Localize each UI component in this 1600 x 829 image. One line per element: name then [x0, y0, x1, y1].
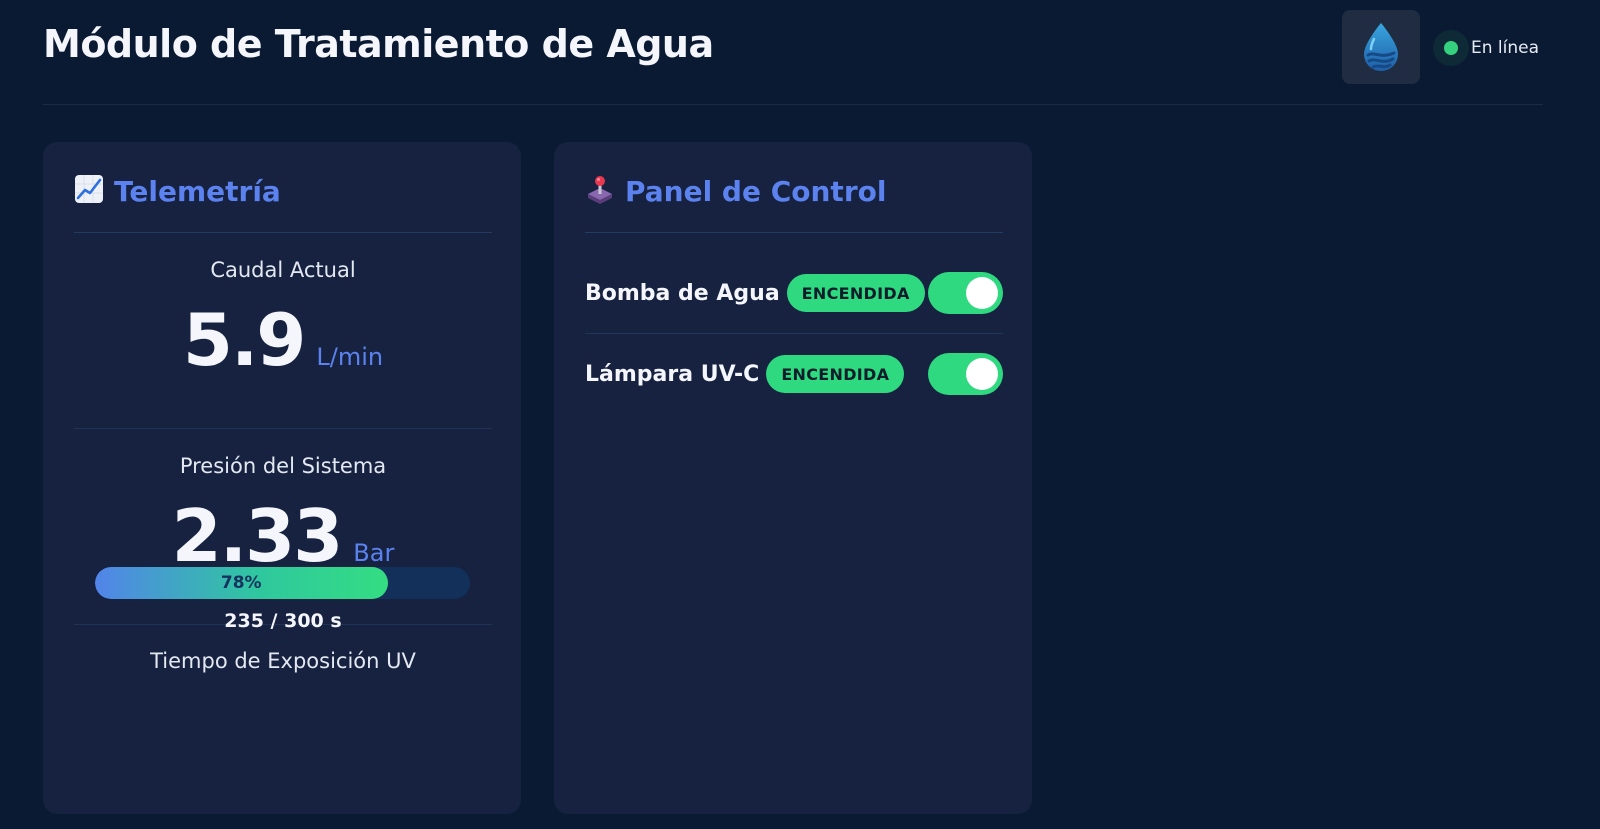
telemetry-card: Telemetría Caudal Actual 5.9 L/min Presi…: [43, 142, 521, 814]
status-dot-icon: [1444, 41, 1458, 55]
uv-lamp-label: Lámpara UV-C: [585, 361, 760, 387]
pump-label: Bomba de Agua: [585, 280, 780, 306]
uv-progress-fill: 78%: [95, 567, 388, 599]
status-indicator: [1433, 30, 1469, 66]
uv-lamp-toggle[interactable]: [928, 353, 1003, 395]
uv-lamp-status-badge: ENCENDIDA: [766, 355, 905, 393]
uv-exposure-metric: Tiempo de Exposición UV: [74, 649, 492, 673]
pressure-metric: Presión del Sistema 2.33 Bar: [74, 454, 492, 578]
pressure-unit: Bar: [353, 539, 395, 567]
pressure-value-row: 2.33 Bar: [74, 494, 492, 578]
dashboard-page: Módulo de Tratamiento de Agua En línea T…: [43, 0, 1543, 829]
uv-progress-bar: 78%: [95, 567, 470, 599]
pump-status-badge: ENCENDIDA: [786, 274, 925, 312]
pressure-label: Presión del Sistema: [179, 454, 387, 478]
toggle-knob: [966, 277, 998, 309]
divider: [74, 428, 492, 429]
page-title: Módulo de Tratamiento de Agua: [43, 22, 714, 66]
chart-increasing-icon: [74, 174, 104, 209]
uv-progress-percent: 78%: [220, 573, 262, 593]
toggle-knob: [966, 358, 998, 390]
flow-unit: L/min: [316, 343, 384, 371]
uv-progress-caption: 235 / 300 s: [224, 610, 342, 632]
pump-control-row: Bomba de Agua ENCENDIDA: [585, 253, 1003, 334]
pressure-value: 2.33: [171, 494, 344, 578]
header: Módulo de Tratamiento de Agua En línea: [43, 0, 1543, 105]
telemetry-title: Telemetría: [114, 174, 281, 208]
connection-status: En línea: [1433, 30, 1539, 66]
control-card: Panel de Control Bomba de Agua ENCENDIDA…: [554, 142, 1032, 814]
control-title: Panel de Control: [625, 174, 887, 208]
flow-label: Caudal Actual: [210, 258, 356, 282]
water-drop-icon: [1364, 23, 1398, 71]
uv-lamp-control-row: Lámpara UV-C ENCENDIDA: [585, 334, 1003, 414]
flow-value: 5.9: [182, 298, 307, 382]
flow-metric: Caudal Actual 5.9 L/min: [74, 258, 492, 382]
status-label: En línea: [1471, 38, 1540, 58]
control-card-header: Panel de Control: [585, 142, 1003, 233]
telemetry-card-header: Telemetría: [74, 142, 492, 233]
pump-toggle[interactable]: [928, 272, 1003, 314]
logo: [1342, 10, 1420, 84]
uv-exposure-label: Tiempo de Exposición UV: [150, 649, 416, 673]
joystick-icon: [585, 174, 615, 209]
flow-value-row: 5.9 L/min: [74, 298, 492, 382]
